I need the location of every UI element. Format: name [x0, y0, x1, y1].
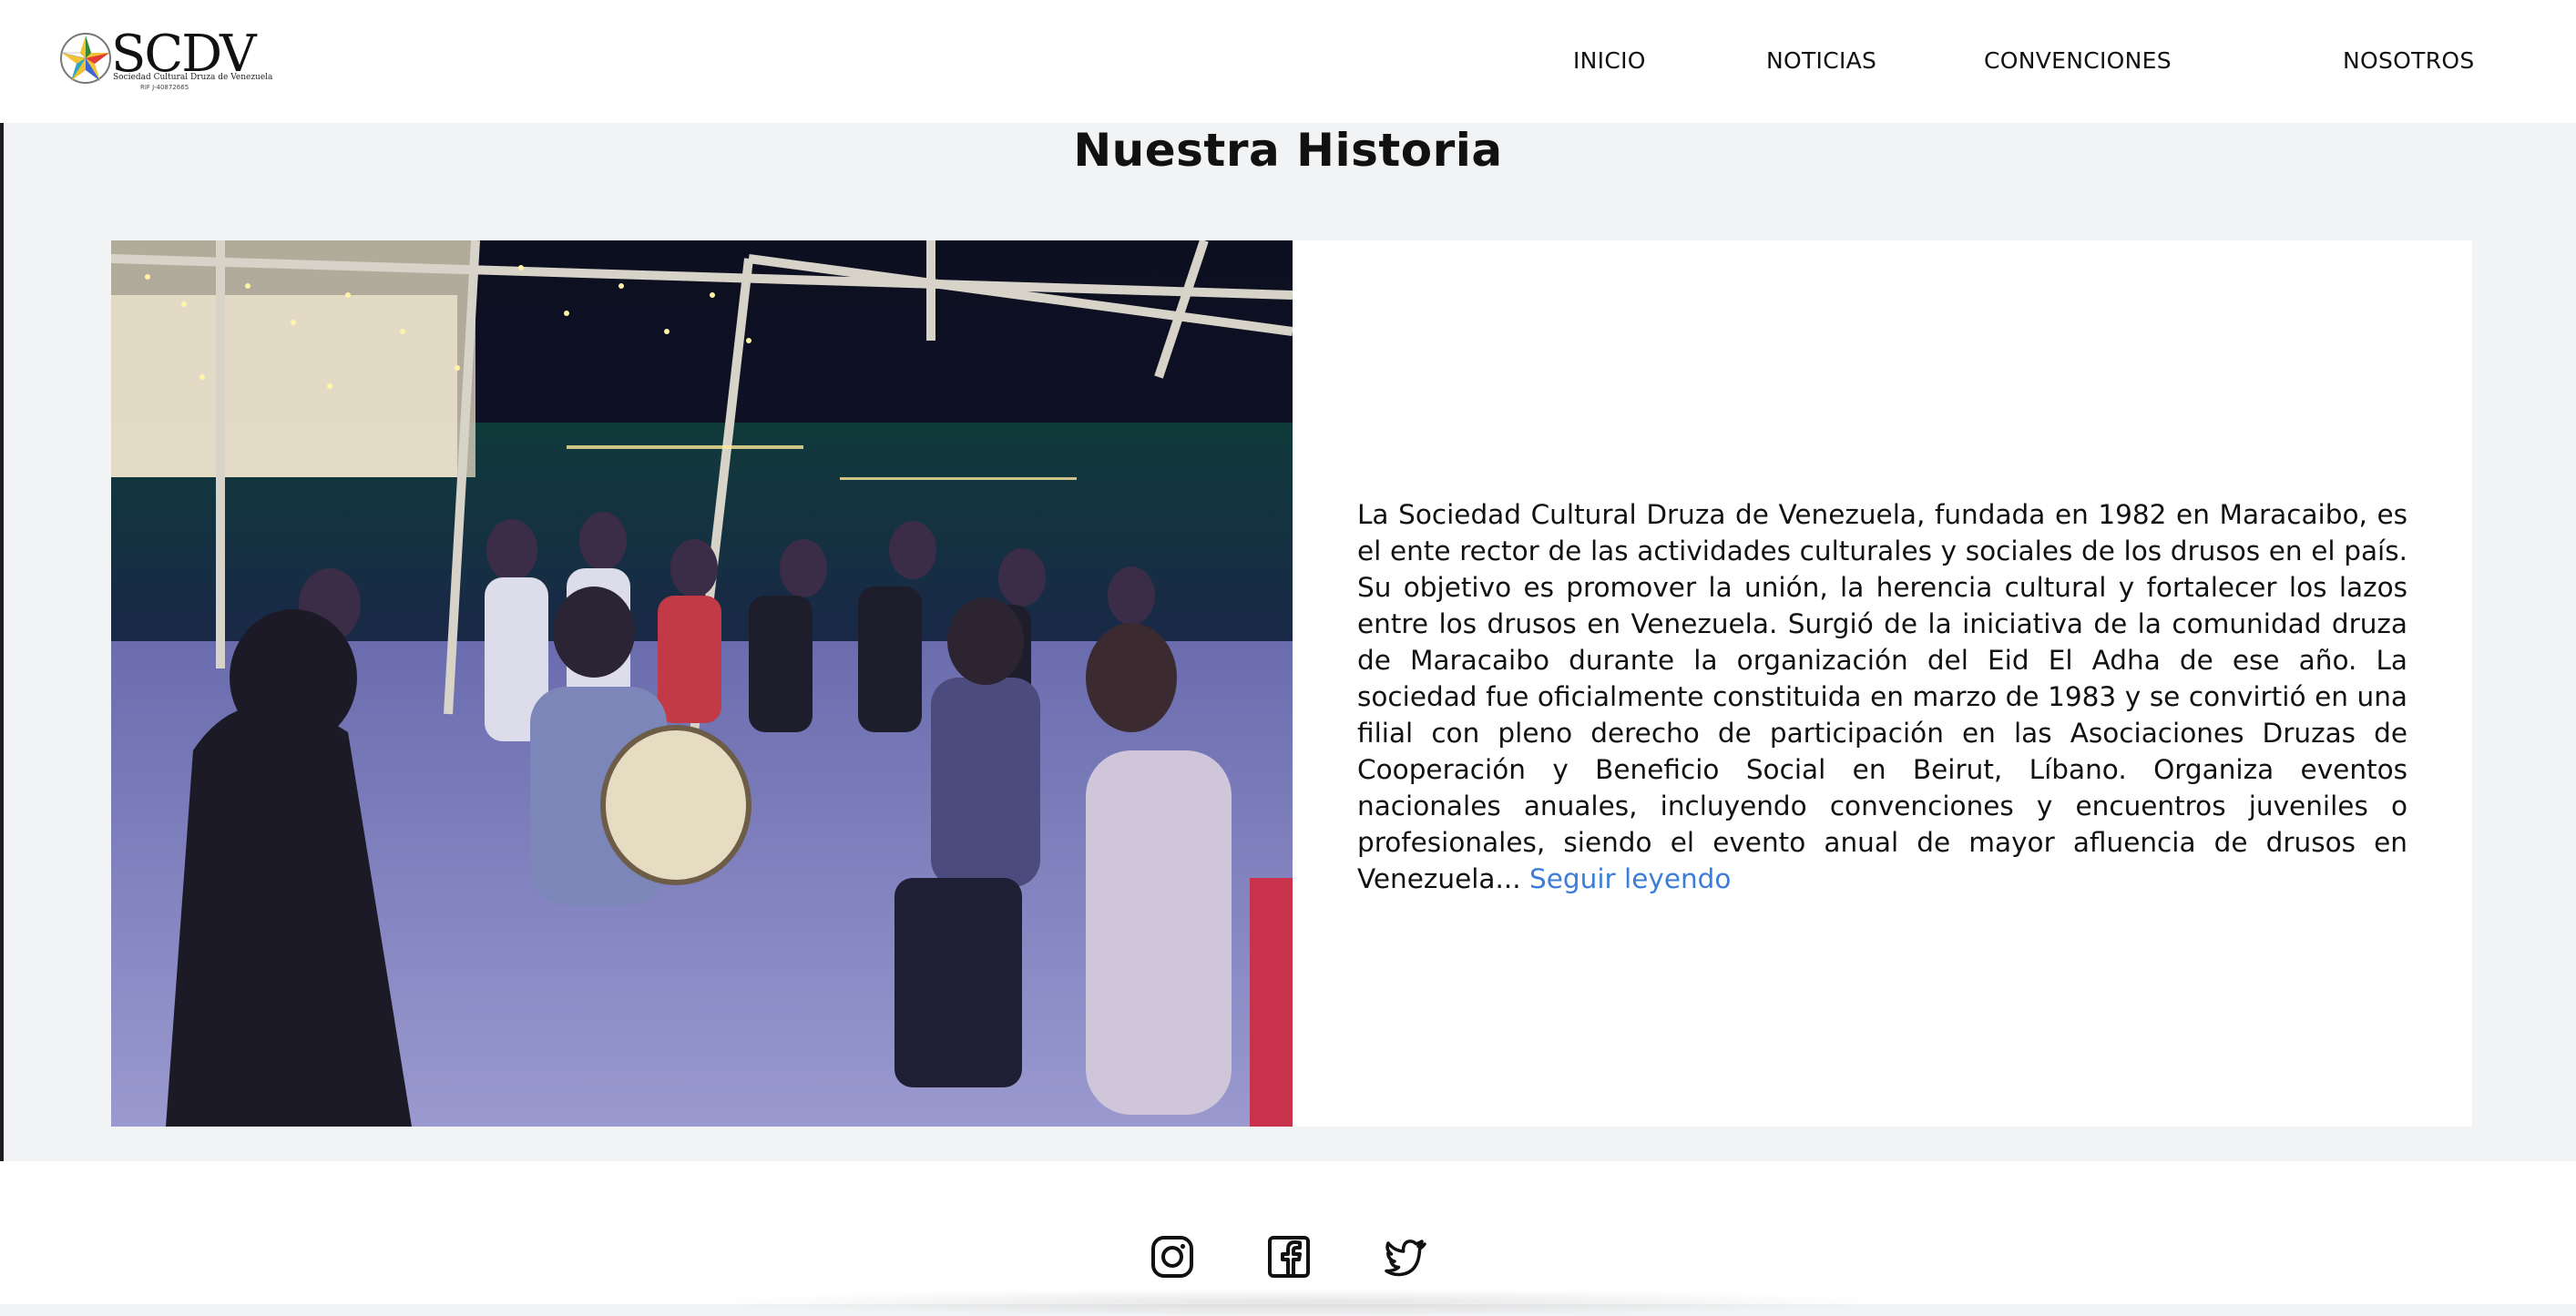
facebook-icon	[1268, 1236, 1310, 1278]
nav-item-inicio[interactable]: INICIO	[1573, 47, 1646, 74]
site-footer	[0, 1161, 2576, 1316]
social-links	[1150, 1234, 1428, 1280]
site-logo[interactable]: SCDV Sociedad Cultural Druza de Venezuel…	[58, 26, 272, 98]
facebook-link[interactable]	[1266, 1234, 1312, 1280]
star-logo-icon	[60, 33, 111, 84]
nav-item-noticias[interactable]: NOTICIAS	[1766, 47, 1876, 74]
site-header: SCDV Sociedad Cultural Druza de Venezuel…	[0, 0, 2576, 123]
twitter-link[interactable]	[1383, 1234, 1428, 1280]
history-body-text: La Sociedad Cultural Druza de Venezuela,…	[1357, 499, 2407, 894]
history-text-card: La Sociedad Cultural Druza de Venezuela,…	[1293, 240, 2472, 1127]
history-photo	[111, 240, 1293, 1127]
nav-item-convenciones[interactable]: CONVENCIONES	[1984, 47, 2172, 74]
read-more-link[interactable]: Seguir leyendo	[1529, 863, 1731, 894]
section-title: Nuestra Historia	[1073, 124, 1503, 177]
brand-subtitle: Sociedad Cultural Druza de Venezuela	[113, 73, 273, 82]
nav-item-nosotros[interactable]: NOSOTROS	[2343, 47, 2475, 74]
footer-shadow	[692, 1289, 1904, 1316]
instagram-link[interactable]	[1150, 1234, 1195, 1280]
brand-tagline: RIF J-40872665	[140, 84, 189, 91]
instagram-icon	[1151, 1236, 1193, 1278]
twitter-icon	[1385, 1239, 1426, 1277]
history-paragraph: La Sociedad Cultural Druza de Venezuela,…	[1357, 496, 2407, 897]
